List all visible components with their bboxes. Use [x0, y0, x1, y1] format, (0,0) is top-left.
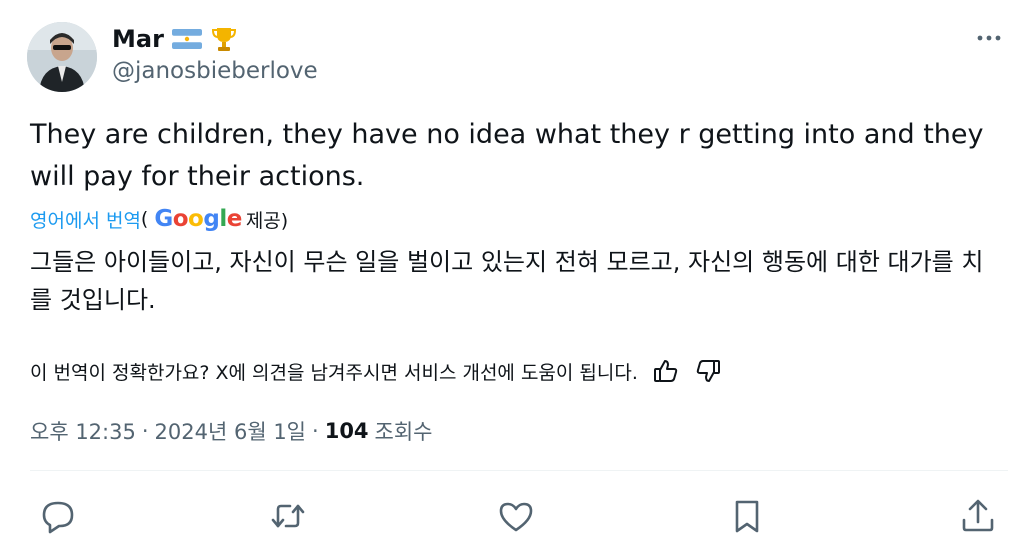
share-icon[interactable]	[958, 496, 998, 536]
thumbs-up-icon[interactable]	[652, 357, 680, 385]
display-name[interactable]: Mar	[112, 25, 164, 53]
open-paren: (	[140, 208, 149, 230]
translated-from-link[interactable]: 영어에서 번역	[30, 206, 141, 233]
author-name-row: Mar	[112, 22, 238, 56]
tweet-date[interactable]: 2024년 6월 1일	[155, 416, 306, 446]
views-label: 조회수	[374, 420, 433, 444]
google-logo: Google	[154, 206, 242, 232]
more-horizontal-icon[interactable]	[974, 28, 1004, 48]
translation-feedback: 이 번역이 정확한가요? X에 의견을 남겨주시면 서비스 개선에 도움이 됩니…	[30, 356, 722, 386]
heart-icon[interactable]	[496, 496, 536, 536]
retweet-icon[interactable]	[268, 496, 308, 536]
feedback-prompt: 이 번역이 정확한가요? X에 의견을 남겨주시면 서비스 개선에 도움이 됩니…	[30, 361, 638, 384]
meta-separator: ·	[141, 419, 149, 443]
user-handle[interactable]: @janosbieberlove	[112, 58, 318, 84]
avatar[interactable]	[27, 22, 97, 92]
tweet-time[interactable]: 오후 12:35	[30, 416, 136, 446]
tweet-text: They are children, they have no idea wha…	[30, 119, 984, 192]
divider	[30, 470, 1008, 471]
tweet-meta: 오후 12:35 · 2024년 6월 1일 · 104 조회수	[30, 415, 433, 447]
trophy-emoji	[210, 25, 238, 53]
translation-attribution: 영어에서 번역 ( Google 제공)	[30, 203, 288, 235]
action-bar	[0, 496, 1024, 540]
thumbs-down-icon[interactable]	[694, 357, 722, 385]
meta-separator: ·	[312, 419, 319, 443]
views-count: 104	[324, 419, 369, 443]
bookmark-icon[interactable]	[727, 496, 767, 536]
provided-by-label: 제공)	[245, 209, 289, 232]
translated-text: 그들은 아이들이고, 자신이 무슨 일을 벌이고 있는지 전혀 모르고, 자신의…	[30, 248, 984, 314]
argentina-flag-emoji	[171, 29, 202, 49]
reply-icon[interactable]	[38, 496, 78, 536]
